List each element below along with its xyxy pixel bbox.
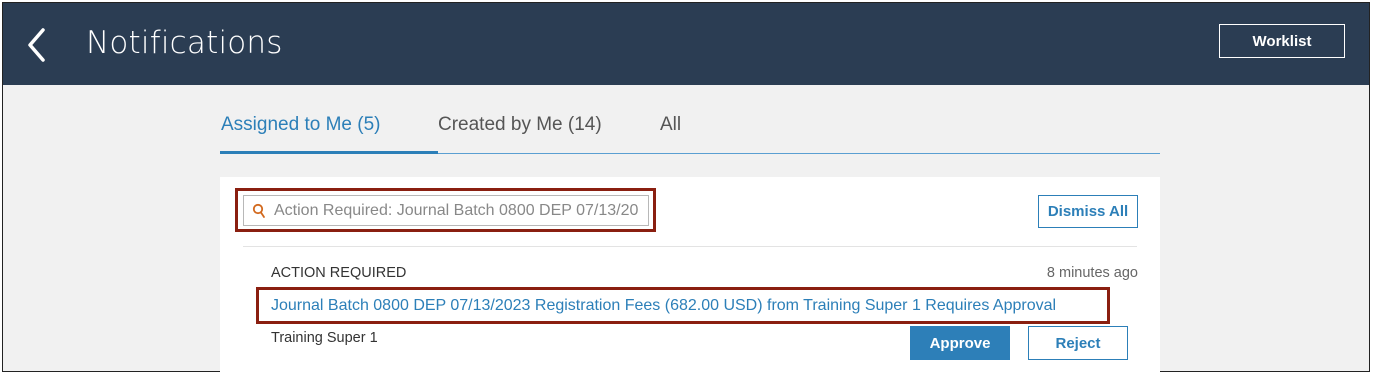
search-highlight-box xyxy=(235,188,656,232)
notification-title-link[interactable]: Journal Batch 0800 DEP 07/13/2023 Regist… xyxy=(271,297,1056,315)
tab-assigned-to-me[interactable]: Assigned to Me (5) xyxy=(221,114,380,136)
worklist-button[interactable]: Worklist xyxy=(1219,24,1345,58)
notification-from: Training Super 1 xyxy=(271,330,378,346)
chevron-left-icon xyxy=(28,28,45,62)
divider xyxy=(243,246,1137,247)
tab-created-by-me[interactable]: Created by Me (14) xyxy=(438,114,602,136)
dismiss-all-button[interactable]: Dismiss All xyxy=(1038,195,1138,228)
notification-time: 8 minutes ago xyxy=(1046,265,1138,281)
notification-type: ACTION REQUIRED xyxy=(271,265,407,281)
page-title: Notifications xyxy=(86,25,283,61)
tab-all[interactable]: All xyxy=(660,114,681,136)
reject-button[interactable]: Reject xyxy=(1028,326,1128,360)
back-button[interactable] xyxy=(23,25,53,65)
tab-bar: Assigned to Me (5) Created by Me (14) Al… xyxy=(220,83,1160,155)
approve-button[interactable]: Approve xyxy=(910,326,1010,360)
header-bar: Notifications Worklist xyxy=(3,3,1369,85)
active-tab-indicator xyxy=(220,151,438,154)
